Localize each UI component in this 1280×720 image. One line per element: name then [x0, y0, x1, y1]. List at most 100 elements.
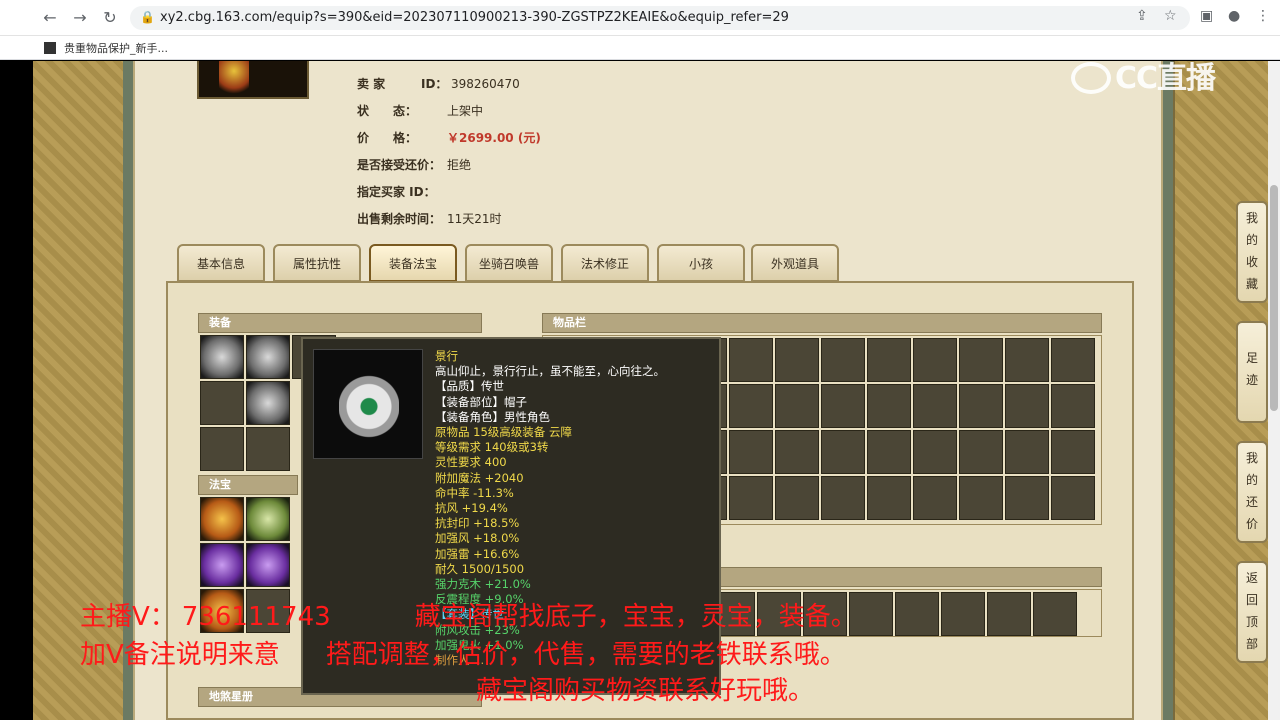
overlay-text: 藏宝阁购买物资联系好玩哦。 [476, 676, 815, 706]
inventory-slot[interactable] [1033, 592, 1077, 636]
inventory-slot[interactable] [729, 476, 773, 520]
inventory-slot[interactable] [913, 384, 957, 428]
inventory-slot[interactable] [729, 384, 773, 428]
scrollbar-thumb[interactable] [1270, 185, 1278, 411]
item-quality: 【品质】传世 [435, 379, 504, 394]
favorites-button[interactable]: 我的收藏 [1236, 201, 1268, 303]
item-spirit: 灵性要求 400 [435, 455, 507, 470]
tab-spell-mods[interactable]: 法术修正 [561, 244, 649, 282]
tab-equipment[interactable]: 装备法宝 [369, 244, 457, 282]
helmet-icon [339, 368, 399, 438]
inventory-slot[interactable] [821, 384, 865, 428]
inventory-slot[interactable] [895, 592, 939, 636]
item-level: 等级需求 140级或3转 [435, 440, 549, 455]
page-scrollbar[interactable] [1268, 61, 1280, 720]
inventory-slot[interactable] [729, 338, 773, 382]
equip-slot[interactable] [200, 427, 244, 471]
inventory-slot[interactable] [959, 338, 1003, 382]
equip-slot[interactable] [246, 427, 290, 471]
item-wind-boost: 加强风 +18.0% [435, 531, 520, 546]
equip-slot[interactable] [246, 381, 290, 425]
seller-id: 398260470 [451, 77, 520, 91]
service-overlay: 加V备注说明来意 搭配调整，估价，代售，需要的老铁联系哦。 [80, 634, 846, 671]
inventory-slot[interactable] [775, 430, 819, 474]
side-char: 返 [1245, 571, 1258, 585]
forward-icon[interactable]: → [70, 8, 90, 28]
item-hit: 命中率 -11.3% [435, 485, 514, 500]
fabao-slot[interactable] [200, 543, 244, 587]
inventory-slot[interactable] [729, 430, 773, 474]
inventory-slot[interactable] [775, 338, 819, 382]
inventory-slot[interactable] [941, 592, 985, 636]
inventory-slot[interactable] [1005, 430, 1049, 474]
inventory-slot[interactable] [867, 476, 911, 520]
inventory-slot[interactable] [1051, 384, 1095, 428]
cc-logo-icon [1071, 62, 1111, 94]
equip-slot[interactable] [200, 381, 244, 425]
overlay-text: 736111743 [181, 602, 331, 632]
inventory-slot[interactable] [1005, 384, 1049, 428]
menu-icon[interactable]: ⋮ [1256, 8, 1270, 24]
profile-icon[interactable]: ● [1228, 8, 1240, 24]
time-left-value: 11天21时 [447, 212, 502, 226]
inventory-slot[interactable] [959, 430, 1003, 474]
side-char: 还 [1245, 495, 1258, 509]
inventory-slot[interactable] [821, 476, 865, 520]
my-offers-button[interactable]: 我的还价 [1236, 441, 1268, 543]
fabao-slot[interactable] [246, 543, 290, 587]
inventory-slot[interactable] [775, 476, 819, 520]
price-label: 价 格： [357, 131, 418, 145]
equip-slot[interactable] [246, 335, 290, 379]
inventory-slot[interactable] [775, 384, 819, 428]
inventory-slot[interactable] [913, 338, 957, 382]
inventory-slot[interactable] [959, 384, 1003, 428]
inventory-slot[interactable] [1005, 338, 1049, 382]
inventory-slot[interactable] [1005, 476, 1049, 520]
inventory-slot[interactable] [821, 338, 865, 382]
item-role: 【装备角色】男性角色 [435, 409, 550, 424]
status-label: 状 态： [357, 104, 418, 118]
item-thunder-boost: 加强雷 +16.6% [435, 546, 520, 561]
side-char: 价 [1245, 517, 1258, 531]
inventory-slot[interactable] [867, 430, 911, 474]
back-to-top-button[interactable]: 返回顶部 [1236, 561, 1268, 663]
item-origin: 原物品 15级高级装备 云障 [435, 425, 572, 440]
item-slot: 【装备部位】帽子 [435, 394, 527, 409]
inventory-slot[interactable] [987, 592, 1031, 636]
inventory-slot[interactable] [1051, 476, 1095, 520]
inventory-slot[interactable] [821, 430, 865, 474]
inventory-slot[interactable] [1051, 430, 1095, 474]
back-icon[interactable]: ← [40, 8, 60, 28]
bookmark-item[interactable]: 贵重物品保护_新手... [44, 40, 168, 56]
history-button[interactable]: 足迹 [1236, 321, 1268, 423]
seller-label: 卖 家 [357, 77, 386, 91]
item-name: 景行 [435, 349, 458, 363]
equip-slot[interactable] [200, 335, 244, 379]
inventory-slot[interactable] [913, 476, 957, 520]
tab-attributes[interactable]: 属性抗性 [273, 244, 361, 282]
fabao-slot[interactable] [246, 497, 290, 541]
inventory-slot[interactable] [867, 338, 911, 382]
character-figure [219, 61, 249, 95]
tab-children[interactable]: 小孩 [657, 244, 745, 282]
tab-basic-info[interactable]: 基本信息 [177, 244, 265, 282]
inventory-slot[interactable] [959, 476, 1003, 520]
fabao-slot[interactable] [200, 497, 244, 541]
streamer-contact-overlay: 主播V： 736111743 藏宝阁帮找底子，宝宝，灵宝，装备。 [80, 596, 857, 633]
bookmark-star-icon[interactable]: ☆ [1164, 8, 1177, 24]
side-char: 我 [1245, 451, 1258, 465]
sidebar-icon[interactable]: ▣ [1200, 8, 1213, 24]
inventory-slot[interactable] [867, 384, 911, 428]
side-char: 的 [1245, 473, 1258, 487]
tab-mounts-pets[interactable]: 坐骑召唤兽 [465, 244, 553, 282]
counter-offer-value: 拒绝 [447, 158, 472, 172]
item-ke-mu: 强力克木 +21.0% [435, 577, 531, 592]
address-bar[interactable]: 🔒 xy2.cbg.163.com/equip?s=390&eid=202307… [130, 6, 1190, 30]
seller-id-label: ID： [421, 77, 448, 91]
inventory-slot[interactable] [1051, 338, 1095, 382]
item-description: 高山仰止，景行行止，虽不能至，心向往之。 [435, 364, 665, 379]
tab-appearance[interactable]: 外观道具 [751, 244, 839, 282]
inventory-slot[interactable] [913, 430, 957, 474]
share-icon[interactable]: ⇪ [1136, 8, 1148, 24]
reload-icon[interactable]: ↻ [100, 8, 120, 28]
